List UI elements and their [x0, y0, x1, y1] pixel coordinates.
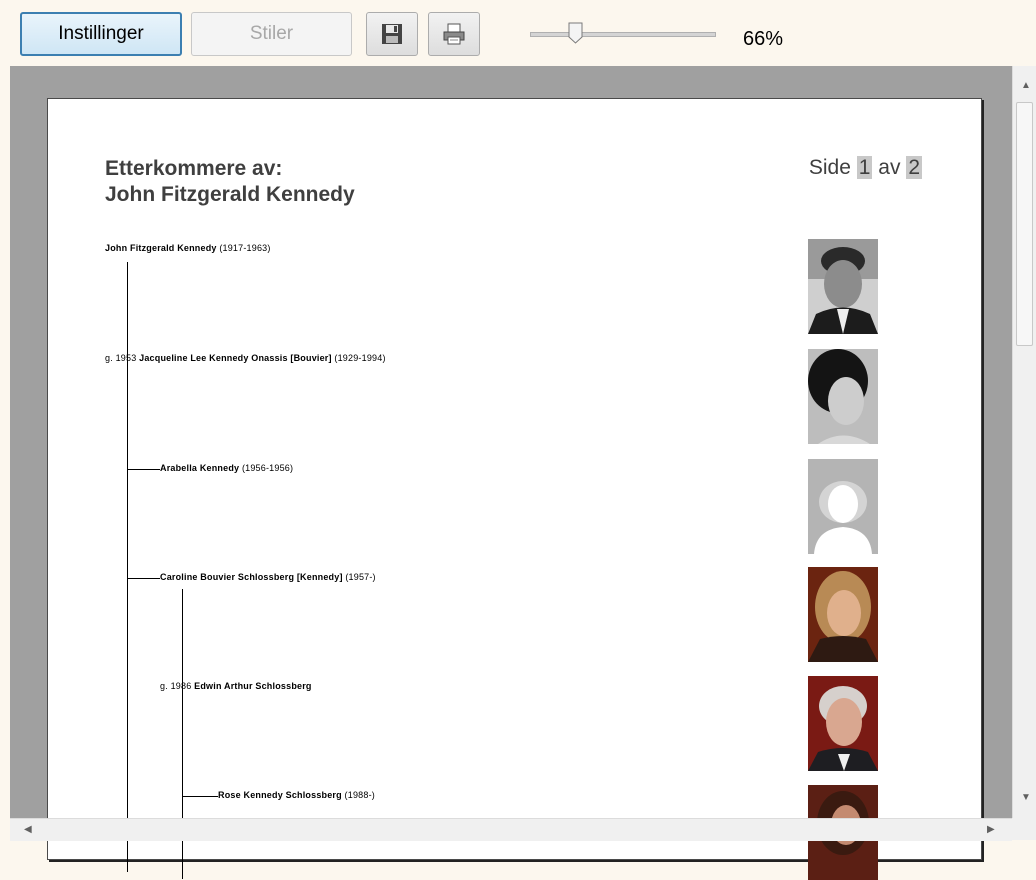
print-icon — [443, 23, 465, 45]
tree-line-branch-arabella — [127, 469, 160, 470]
person-name: Arabella Kennedy — [160, 463, 240, 473]
report-title: Etterkommere av: John Fitzgerald Kennedy — [105, 156, 355, 208]
person-name: Edwin Arthur Schlossberg — [194, 681, 312, 691]
scroll-down-icon[interactable]: ▼ — [1021, 792, 1031, 803]
tree-entry: John Fitzgerald Kennedy (1917-1963) — [105, 243, 271, 253]
scrollbar-corner — [1012, 818, 1036, 840]
tree-entry: Arabella Kennedy (1956-1956) — [160, 463, 293, 473]
page-current: 1 — [856, 156, 873, 179]
marriage-prefix: g. 1986 — [160, 681, 192, 691]
tree-entry: Caroline Bouvier Schlossberg [Kennedy] (… — [160, 572, 376, 582]
zoom-slider[interactable] — [530, 22, 716, 46]
tree-entry: Rose Kennedy Schlossberg (1988-) — [218, 790, 375, 800]
portrait-photo-john — [808, 239, 878, 334]
person-dates: (1917-1963) — [219, 243, 271, 253]
tree-line-branch-caroline — [127, 578, 160, 579]
page-side-label: Side — [808, 156, 851, 179]
marriage-prefix: g. 1953 — [105, 353, 137, 363]
portrait-photo-edwin — [808, 676, 878, 771]
scroll-up-icon[interactable]: ▲ — [1021, 80, 1031, 91]
tree-entry: g. 1953 Jacqueline Lee Kennedy Onassis [… — [105, 353, 386, 363]
zoom-slider-track — [530, 32, 716, 37]
page-av-label: av — [878, 156, 901, 179]
tree-line-branch-rose — [182, 796, 218, 797]
person-dates: (1956-1956) — [241, 463, 294, 473]
zoom-level-label: 66% — [743, 28, 784, 50]
person-name: Jacqueline Lee Kennedy Onassis [Bouvier] — [139, 353, 332, 363]
person-dates: (1988-) — [344, 790, 375, 800]
portrait-photo-jacqueline — [808, 349, 878, 444]
page-indicator: Side 1 av 2 — [809, 156, 922, 180]
toolbar: Instillinger Stiler 66% — [0, 0, 1036, 66]
scroll-left-icon[interactable]: ◀ — [24, 824, 32, 835]
save-button[interactable] — [366, 12, 418, 56]
print-button[interactable] — [428, 12, 480, 56]
portrait-photo-caroline — [808, 567, 878, 662]
save-icon — [382, 24, 402, 44]
settings-button[interactable]: Instillinger — [20, 12, 182, 56]
zoom-slider-thumb[interactable] — [568, 22, 583, 44]
horizontal-scrollbar[interactable]: ◀ ▶ — [10, 818, 1012, 841]
person-dates: (1957-) — [345, 572, 376, 582]
vertical-scrollbar-thumb[interactable] — [1016, 102, 1033, 346]
styles-button[interactable]: Stiler — [191, 12, 352, 56]
tree-entry: g. 1986 Edwin Arthur Schlossberg — [160, 681, 312, 691]
report-title-line1: Etterkommere av: — [105, 157, 283, 180]
person-name: Rose Kennedy Schlossberg — [218, 790, 342, 800]
portrait-placeholder-arabella — [808, 459, 878, 554]
vertical-scrollbar[interactable]: ▲ ▼ — [1012, 66, 1036, 818]
report-page: Etterkommere av: John Fitzgerald Kennedy… — [47, 98, 982, 880]
page-total: 2 — [906, 156, 922, 179]
person-name: Caroline Bouvier Schlossberg [Kennedy] — [160, 572, 343, 582]
report-title-line2: John Fitzgerald Kennedy — [105, 183, 355, 206]
scroll-right-icon[interactable]: ▶ — [987, 824, 995, 835]
person-dates: (1929-1994) — [334, 353, 386, 363]
person-name: John Fitzgerald Kennedy — [105, 243, 217, 253]
